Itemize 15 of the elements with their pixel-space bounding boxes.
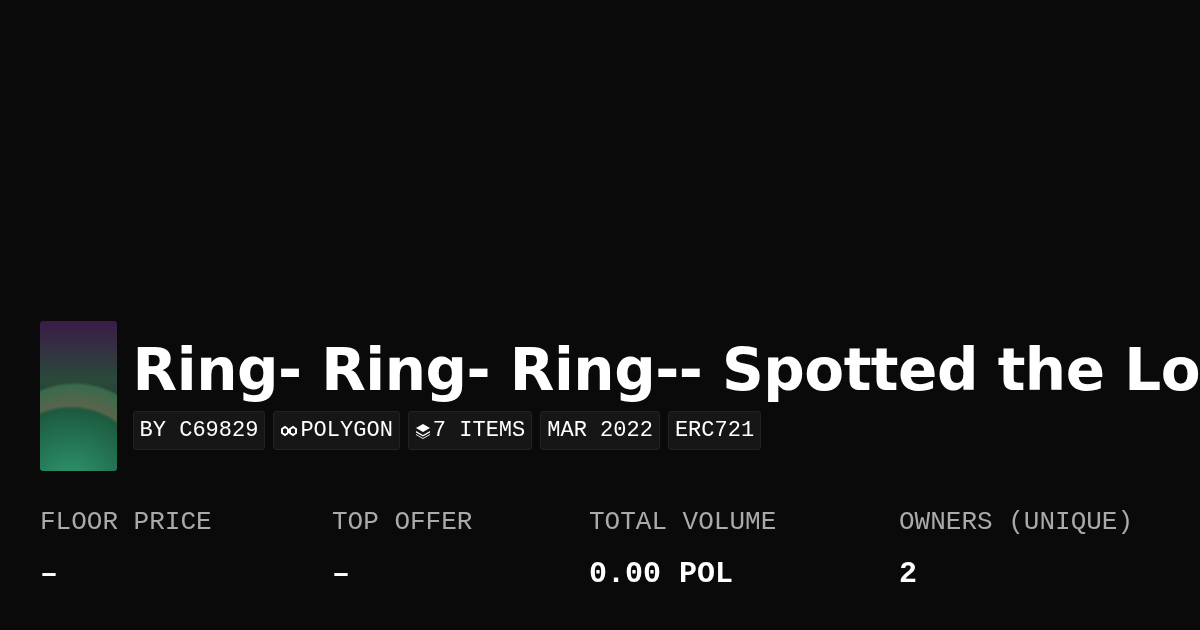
tag-label: BY C69829 bbox=[139, 418, 259, 443]
stat-label: FLOOR PRICE bbox=[40, 507, 213, 537]
tag-label: 7 ITEMS bbox=[432, 418, 526, 443]
stat-value: – bbox=[40, 557, 59, 591]
stat-value: 2 bbox=[899, 557, 918, 591]
tag-label: POLYGON bbox=[300, 418, 393, 443]
stat-label: TOP OFFER bbox=[332, 507, 474, 537]
tag-label: ERC721 bbox=[674, 418, 755, 443]
layers-icon bbox=[414, 422, 431, 439]
stat-value: 0.00 POL bbox=[589, 557, 735, 591]
stat-value: – bbox=[332, 557, 351, 591]
stat-label: OWNERS (UNIQUE) bbox=[899, 507, 1135, 537]
tag-label: MAR 2022 bbox=[547, 418, 653, 443]
stat-label: TOTAL VOLUME bbox=[589, 507, 778, 537]
collection-title: Ring- Ring- Ring-- Spotted the Lo bbox=[132, 335, 1200, 405]
